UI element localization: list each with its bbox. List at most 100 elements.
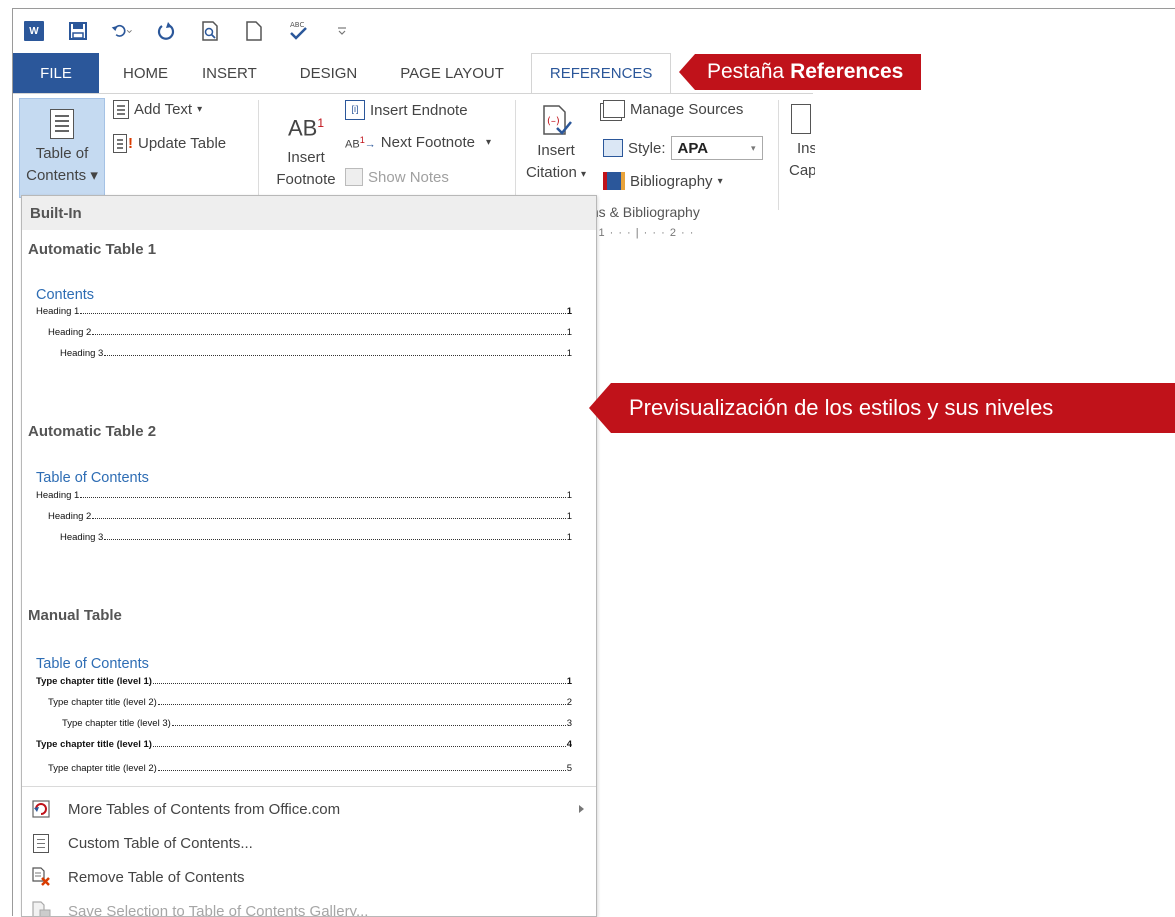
show-notes-button[interactable]: Show Notes bbox=[345, 168, 449, 186]
toc-entry: Heading 31 bbox=[60, 532, 572, 543]
insert-footnote-label-1: Insert bbox=[271, 147, 341, 169]
remove-toc-menu-item[interactable]: Remove Table of Contents bbox=[22, 860, 596, 894]
add-text-icon bbox=[113, 100, 129, 119]
citations-group-label: ions & Bibliography bbox=[580, 204, 700, 220]
quick-access-toolbar: W ABC bbox=[13, 9, 1175, 53]
add-text-button[interactable]: Add Text▾ bbox=[113, 100, 202, 119]
toc-entry: Heading 31 bbox=[60, 348, 572, 359]
toc-entry: Type chapter title (level 1)1 bbox=[36, 676, 572, 687]
automatic-table-1-heading: Contents bbox=[36, 287, 94, 303]
insert-caption-label-2: Cap bbox=[785, 160, 815, 182]
undo-icon[interactable] bbox=[111, 20, 133, 42]
update-table-button[interactable]: ! Update Table bbox=[113, 134, 226, 153]
insert-footnote-label-2: Footnote bbox=[271, 169, 341, 191]
toc-entry: Type chapter title (level 1)4 bbox=[36, 739, 572, 750]
print-preview-icon[interactable] bbox=[199, 20, 221, 42]
show-notes-icon bbox=[345, 168, 363, 186]
next-footnote-button[interactable]: AB1→ Next Footnote▾ bbox=[345, 134, 491, 151]
redo-icon[interactable] bbox=[155, 20, 177, 42]
bibliography-button[interactable]: Bibliography▾ bbox=[603, 172, 723, 190]
references-tab-callout: PestañaReferences bbox=[679, 54, 921, 90]
tab-insert[interactable]: INSERT bbox=[185, 53, 274, 93]
footnote-icon: AB1 bbox=[271, 108, 341, 143]
chevron-down-icon: ▾ bbox=[751, 143, 756, 154]
callout-tab-bold: References bbox=[790, 60, 903, 84]
toc-entry: Type chapter title (level 2)2 bbox=[48, 697, 572, 708]
manage-sources-icon bbox=[603, 100, 625, 118]
citation-icon: (–) bbox=[541, 104, 571, 136]
insert-caption-button[interactable]: Ins Cap bbox=[785, 104, 815, 182]
horizontal-ruler: · · 1 · · · | · · · 2 · · bbox=[581, 227, 813, 241]
save-selection-label: Save Selection to Table of Contents Gall… bbox=[68, 903, 368, 917]
endnote-icon: [i] bbox=[345, 100, 365, 120]
toc-entry: Heading 21 bbox=[48, 511, 572, 522]
toc-entry: Type chapter title (level 2)5 bbox=[48, 760, 572, 774]
word-logo-icon: W bbox=[23, 20, 45, 42]
manual-table-heading: Table of Contents bbox=[36, 656, 149, 672]
insert-citation-label-2: Citation ▾ bbox=[521, 162, 591, 186]
toc-entry: Heading 21 bbox=[48, 327, 572, 338]
automatic-table-2-title: Automatic Table 2 bbox=[28, 423, 156, 440]
insert-endnote-button[interactable]: [i] Insert Endnote bbox=[345, 100, 468, 120]
manage-sources-button[interactable]: Manage Sources bbox=[603, 100, 743, 118]
toc-entry: Type chapter title (level 3)3 bbox=[62, 718, 572, 729]
new-document-icon[interactable] bbox=[243, 20, 265, 42]
toc-entry: Heading 11 bbox=[36, 306, 572, 317]
next-footnote-icon: AB1→ bbox=[345, 135, 376, 151]
custom-toc-menu-item[interactable]: Custom Table of Contents... bbox=[22, 826, 596, 860]
update-table-icon: ! bbox=[113, 134, 133, 153]
caption-icon bbox=[791, 104, 811, 134]
update-table-label: Update Table bbox=[138, 135, 226, 152]
next-footnote-label: Next Footnote bbox=[381, 134, 475, 151]
toc-icon bbox=[50, 109, 74, 139]
preview-callout: Previsualización de los estilos y sus ni… bbox=[589, 383, 1175, 433]
insert-footnote-button[interactable]: AB1 Insert Footnote bbox=[271, 108, 341, 191]
automatic-table-2-heading: Table of Contents bbox=[36, 470, 149, 486]
insert-endnote-label: Insert Endnote bbox=[370, 102, 468, 119]
style-icon bbox=[603, 139, 623, 157]
bibliography-icon bbox=[603, 172, 625, 190]
word-window: W ABC FILE HOME INSERT DESIGN PAGE LAYOU… bbox=[12, 8, 1175, 916]
remove-toc-icon bbox=[30, 866, 52, 888]
add-text-label: Add Text bbox=[134, 101, 192, 118]
builtin-header: Built-In bbox=[22, 196, 596, 230]
automatic-table-1-title: Automatic Table 1 bbox=[28, 241, 156, 258]
insert-citation-label-1: Insert bbox=[521, 140, 591, 162]
manual-table-title: Manual Table bbox=[28, 607, 122, 624]
style-dropdown[interactable]: APA ▾ bbox=[671, 136, 763, 160]
toc-label-2: Contents ▾ bbox=[20, 165, 104, 187]
more-tables-menu-item[interactable]: More Tables of Contents from Office.com bbox=[22, 792, 596, 826]
submenu-arrow-icon bbox=[579, 805, 584, 813]
tab-references[interactable]: REFERENCES bbox=[531, 53, 672, 93]
style-label: Style: bbox=[628, 140, 666, 157]
table-of-contents-button[interactable]: Table of Contents ▾ bbox=[19, 98, 105, 198]
manage-sources-label: Manage Sources bbox=[630, 101, 743, 118]
svg-text:ABC: ABC bbox=[290, 21, 304, 29]
show-notes-label: Show Notes bbox=[368, 169, 449, 186]
insert-caption-label-1: Ins bbox=[785, 138, 815, 160]
insert-citation-button[interactable]: (–) Insert Citation ▾ bbox=[521, 104, 591, 186]
save-icon[interactable] bbox=[67, 20, 89, 42]
tab-design[interactable]: DESIGN bbox=[274, 53, 375, 93]
table-of-contents-gallery: Built-In Automatic Table 1 Contents Head… bbox=[21, 195, 597, 917]
custom-toc-icon bbox=[30, 832, 52, 854]
preview-callout-text: Previsualización de los estilos y sus ni… bbox=[611, 383, 1175, 433]
save-selection-menu-item[interactable]: Save Selection to Table of Contents Gall… bbox=[22, 894, 596, 917]
style-selector[interactable]: Style: APA ▾ bbox=[603, 136, 763, 160]
bibliography-label: Bibliography bbox=[630, 173, 713, 190]
tab-home[interactable]: HOME bbox=[99, 53, 185, 93]
tab-file[interactable]: FILE bbox=[13, 53, 99, 93]
office-refresh-icon bbox=[30, 798, 52, 820]
ribbon-tabs: FILE HOME INSERT DESIGN PAGE LAYOUT REFE… bbox=[13, 53, 1175, 93]
svg-text:(–): (–) bbox=[547, 116, 560, 127]
save-gallery-icon bbox=[30, 900, 52, 917]
remove-toc-label: Remove Table of Contents bbox=[68, 869, 245, 886]
toc-label-1: Table of bbox=[20, 143, 104, 165]
custom-toc-label: Custom Table of Contents... bbox=[68, 835, 253, 852]
customize-toolbar-icon[interactable] bbox=[331, 20, 353, 42]
callout-tab-prefix: Pestaña bbox=[707, 60, 784, 84]
style-value: APA bbox=[678, 140, 709, 157]
toc-entry: Heading 11 bbox=[36, 490, 572, 501]
spelling-icon[interactable]: ABC bbox=[287, 20, 309, 42]
tab-page-layout[interactable]: PAGE LAYOUT bbox=[374, 53, 521, 93]
